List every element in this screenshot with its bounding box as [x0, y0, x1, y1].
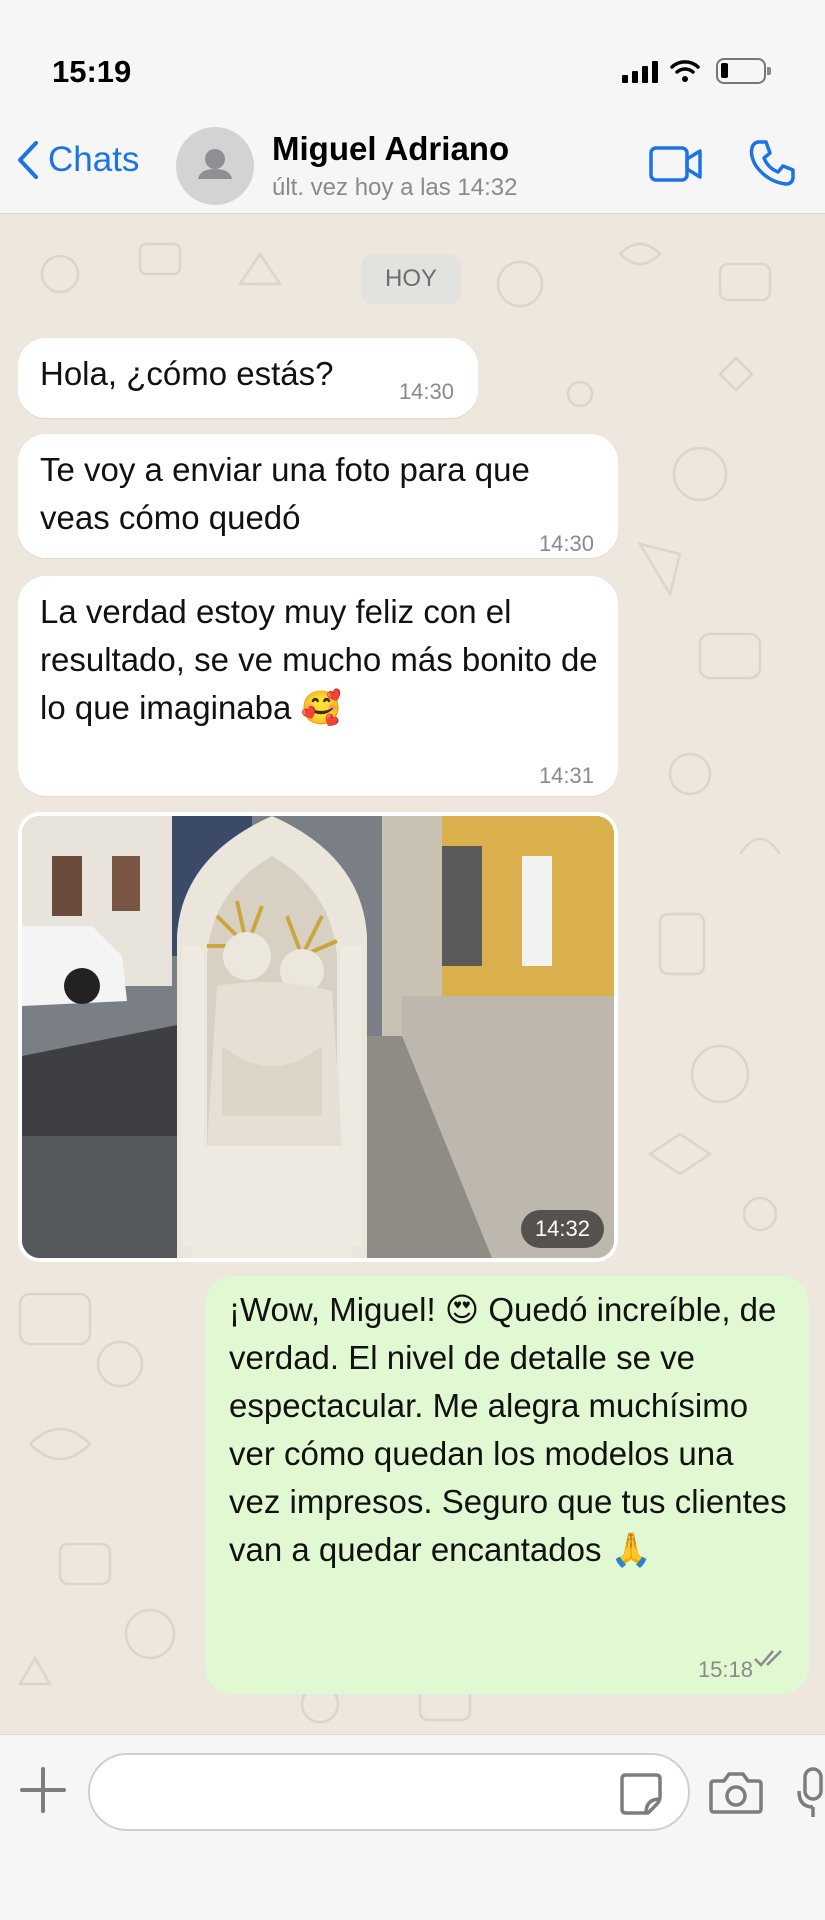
sticker-icon	[620, 1773, 662, 1815]
contact-last-seen: últ. vez hoy a las 14:32	[272, 174, 518, 201]
voice-call-button[interactable]	[748, 138, 796, 193]
camera-icon	[709, 1772, 763, 1814]
video-call-icon	[649, 146, 702, 182]
message-time: 14:32	[520, 1210, 604, 1248]
message-time: 14:30	[398, 379, 454, 404]
message-text: Te voy a enviar una foto para que veas c…	[40, 451, 530, 536]
message-time: 14:30	[538, 531, 594, 556]
message-time: 14:31	[538, 763, 594, 788]
chat-area[interactable]: HOY Hola, ¿cómo estás? 14:30 Te voy a en…	[0, 214, 825, 1734]
avatar-placeholder-icon	[198, 149, 232, 179]
sticker-button[interactable]	[618, 1771, 664, 1822]
avatar[interactable]	[176, 127, 254, 205]
double-check-icon	[754, 1650, 782, 1667]
incoming-photo-message[interactable]: 14:32	[18, 812, 618, 1262]
message-input[interactable]	[88, 1753, 690, 1831]
cellular-signal-icon	[622, 59, 658, 83]
outgoing-message[interactable]: ¡Wow, Miguel! 😍 Quedó increíble, de verd…	[205, 1276, 809, 1694]
attach-button[interactable]	[18, 1765, 68, 1820]
phone-icon	[749, 140, 795, 186]
incoming-message[interactable]: Hola, ¿cómo estás? 14:30	[18, 338, 478, 418]
incoming-message[interactable]: Te voy a enviar una foto para que veas c…	[18, 434, 618, 558]
wifi-icon	[670, 60, 700, 82]
back-chevron-icon	[18, 141, 38, 179]
microphone-button[interactable]	[796, 1765, 825, 1826]
back-button[interactable]: Chats	[16, 140, 139, 180]
date-chip: HOY	[361, 254, 461, 304]
status-icons	[622, 58, 771, 84]
message-text: Hola, ¿cómo estás?	[40, 355, 334, 392]
contact-name[interactable]: Miguel Adriano	[272, 130, 509, 168]
photo-image	[22, 816, 614, 1258]
message-time: 15:18	[697, 1657, 753, 1682]
microphone-icon	[797, 1767, 823, 1817]
incoming-message[interactable]: La verdad estoy muy feliz con el resulta…	[18, 576, 618, 796]
video-call-button[interactable]	[648, 142, 704, 191]
battery-icon	[716, 58, 771, 84]
status-time: 15:19	[52, 54, 132, 89]
message-input-bar	[0, 1734, 825, 1920]
back-label: Chats	[48, 140, 140, 179]
message-text: La verdad estoy muy feliz con el resulta…	[40, 593, 598, 726]
message-text: ¡Wow, Miguel! 😍 Quedó increíble, de verd…	[229, 1291, 787, 1568]
status-bar: 15:19	[0, 0, 825, 118]
plus-icon	[20, 1767, 66, 1813]
camera-button[interactable]	[708, 1769, 764, 1820]
chat-header: Chats Miguel Adriano últ. vez hoy a las …	[0, 118, 825, 214]
